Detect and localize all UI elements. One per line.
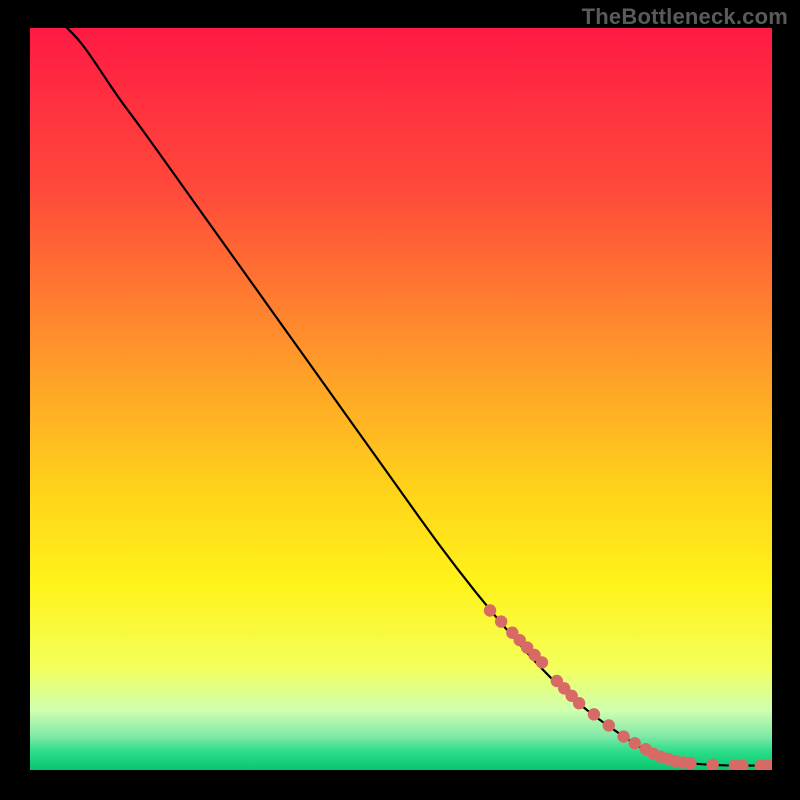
highlight-dot <box>536 656 548 668</box>
highlight-dot <box>573 697 585 709</box>
highlight-dot <box>495 615 507 627</box>
curve-layer <box>30 28 772 770</box>
highlight-dot <box>684 757 696 769</box>
highlight-dot <box>629 737 641 749</box>
highlight-dot <box>603 719 615 731</box>
highlight-dots <box>484 604 772 770</box>
highlight-dot <box>484 604 496 616</box>
watermark-label: TheBottleneck.com <box>582 4 788 30</box>
plot-area <box>30 28 772 770</box>
main-curve <box>67 28 772 766</box>
highlight-dot <box>706 759 718 770</box>
highlight-dot <box>588 708 600 720</box>
chart-stage: TheBottleneck.com <box>0 0 800 800</box>
highlight-dot <box>617 730 629 742</box>
